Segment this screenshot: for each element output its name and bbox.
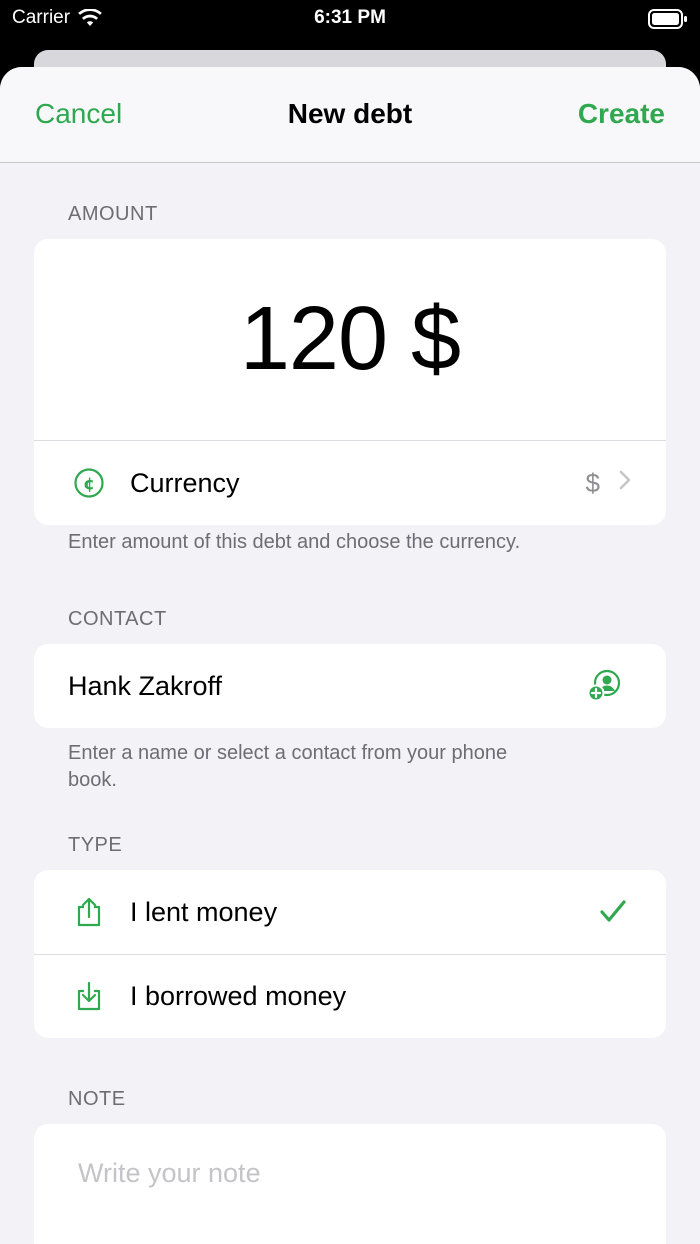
amount-section-header: AMOUNT	[68, 203, 158, 225]
currency-label: Currency	[130, 467, 240, 498]
note-textarea[interactable]: Write your note	[78, 1158, 261, 1189]
amount-footer: Enter amount of this debt and choose the…	[68, 531, 521, 553]
contact-section-header: CONTACT	[68, 608, 167, 630]
download-tray-icon	[72, 979, 106, 1013]
currency-value: $	[585, 467, 600, 498]
type-option-borrowed[interactable]: I borrowed money	[34, 954, 666, 1038]
amount-card: 120 $ ¢ Currency $	[34, 239, 666, 525]
share-up-icon	[72, 895, 106, 929]
new-debt-sheet: Cancel New debt Create AMOUNT 120 $ ¢ Cu…	[0, 67, 700, 1244]
battery-icon	[648, 9, 687, 29]
amount-input[interactable]: 120 $	[34, 239, 666, 441]
checkmark-icon	[598, 897, 628, 927]
add-contact-icon[interactable]	[586, 667, 624, 705]
create-button[interactable]: Create	[578, 98, 665, 130]
clock: 6:31 PM	[314, 7, 386, 28]
note-card: Write your note	[34, 1124, 666, 1244]
svg-text:¢: ¢	[83, 475, 95, 495]
note-section-header: NOTE	[68, 1088, 126, 1110]
chevron-right-icon	[618, 469, 632, 498]
contact-card: Hank Zakroff	[34, 644, 666, 728]
contact-name-field[interactable]: Hank Zakroff	[68, 671, 222, 702]
status-bar: Carrier 6:31 PM	[0, 0, 700, 40]
currency-row[interactable]: ¢ Currency $	[34, 441, 666, 525]
navigation-bar: Cancel New debt Create	[0, 67, 700, 163]
type-card: I lent money I borrowed money	[34, 870, 666, 1038]
type-option-lent[interactable]: I lent money	[34, 870, 666, 954]
cent-circle-icon: ¢	[72, 466, 106, 500]
type-section-header: TYPE	[68, 834, 123, 856]
type-option-label: I borrowed money	[130, 980, 347, 1011]
type-option-label: I lent money	[130, 896, 278, 927]
contact-row[interactable]: Hank Zakroff	[34, 644, 666, 728]
contact-footer: Enter a name or select a contact from yo…	[68, 742, 508, 791]
